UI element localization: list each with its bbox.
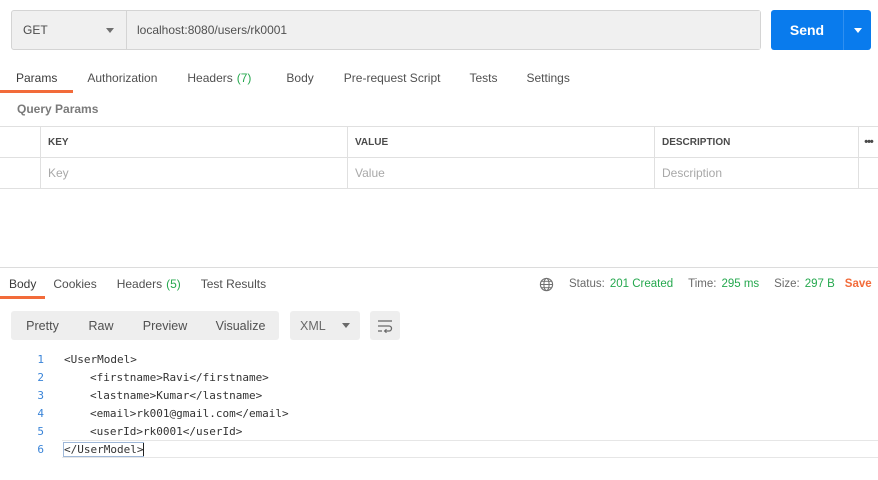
code-line: 3 <lastname>Kumar</lastname>	[0, 386, 878, 404]
method-select[interactable]: GET	[12, 11, 127, 49]
key-input[interactable]: Key	[41, 158, 348, 188]
wrap-lines-button[interactable]	[370, 311, 400, 340]
code-text: <UserModel>	[64, 352, 137, 366]
column-key: KEY	[41, 127, 348, 157]
time-label: Time:	[688, 278, 717, 290]
status-label: Status:	[569, 278, 605, 290]
size-label: Size:	[774, 278, 800, 290]
query-params-table: KEY VALUE DESCRIPTION ••• Key Value Desc…	[0, 126, 878, 189]
line-number: 6	[37, 442, 44, 456]
code-line: 6 </UserModel>	[0, 440, 878, 458]
tab-cookies[interactable]: Cookies	[44, 269, 105, 299]
code-line: 1 <UserModel>	[0, 350, 878, 368]
headers-count: (7)	[236, 70, 252, 85]
more-options-icon[interactable]: •••	[859, 127, 878, 157]
time-value[interactable]: 295 ms	[721, 278, 759, 290]
panel-divider[interactable]	[0, 267, 878, 268]
response-status: Status: 201 Created Time: 295 ms Size: 2…	[539, 269, 872, 299]
request-tabs: Params Authorization Headers (7) Body Pre…	[0, 62, 586, 93]
view-mode-bar: Pretty Raw Preview Visualize	[11, 311, 279, 340]
tab-label: Test Results	[200, 277, 267, 291]
tab-response-headers[interactable]: Headers (5)	[105, 269, 190, 299]
description-input[interactable]: Description	[655, 158, 859, 188]
chevron-down-icon	[106, 27, 114, 33]
checkbox-column	[0, 127, 41, 157]
code-line: 5 <userId>rk0001</userId>	[0, 422, 878, 440]
tab-label: Tests	[469, 70, 498, 85]
globe-icon[interactable]	[539, 277, 554, 292]
tab-label: Body	[9, 277, 37, 291]
code-text: </UserModel>	[62, 441, 145, 457]
tab-label: Authorization	[87, 70, 158, 85]
table-header-row: KEY VALUE DESCRIPTION •••	[0, 127, 878, 158]
code-text: <userId>rk0001</userId>	[90, 424, 243, 438]
table-row: Key Value Description	[0, 158, 878, 189]
code-line: 2 <firstname>Ravi</firstname>	[0, 368, 878, 386]
tab-tests[interactable]: Tests	[456, 62, 513, 93]
line-number: 5	[37, 424, 44, 438]
view-preview-button[interactable]: Preview	[128, 311, 202, 340]
method-label: GET	[23, 23, 48, 37]
url-input[interactable]: localhost:8080/users/rk0001	[127, 11, 760, 49]
code-text: <email>rk001@gmail.com</email>	[90, 406, 289, 420]
view-pretty-button[interactable]: Pretty	[11, 311, 74, 340]
send-button[interactable]: Send	[771, 10, 843, 50]
request-bar: GET localhost:8080/users/rk0001	[11, 10, 761, 50]
tab-label: Settings	[526, 70, 570, 85]
tab-label: Pre-request Script	[343, 70, 441, 85]
tab-response-body[interactable]: Body	[0, 269, 46, 299]
line-number: 2	[37, 370, 44, 384]
tab-label: Params	[16, 70, 58, 85]
send-options-button[interactable]	[843, 10, 871, 50]
line-number: 1	[37, 352, 44, 366]
tab-headers[interactable]: Headers (7)	[173, 62, 267, 93]
view-raw-button[interactable]: Raw	[74, 311, 128, 340]
format-label: XML	[300, 318, 326, 333]
tab-label: Body	[286, 70, 314, 85]
row-checkbox[interactable]	[0, 158, 41, 188]
value-input[interactable]: Value	[348, 158, 655, 188]
code-text: <firstname>Ravi</firstname>	[90, 370, 269, 384]
send-button-group: Send	[771, 10, 871, 50]
tab-params[interactable]: Params	[0, 62, 74, 93]
query-params-title: Query Params	[17, 102, 99, 116]
tab-label: Headers	[116, 277, 163, 291]
column-value: VALUE	[348, 127, 655, 157]
format-select[interactable]: XML	[290, 311, 360, 340]
tab-label: Cookies	[53, 277, 97, 291]
code-text: <lastname>Kumar</lastname>	[90, 388, 263, 402]
save-response-button[interactable]: Save	[845, 278, 872, 290]
wrap-lines-icon	[378, 319, 393, 333]
row-spacer	[859, 158, 878, 188]
tab-authorization[interactable]: Authorization	[73, 62, 173, 93]
line-number: 4	[37, 406, 44, 420]
tab-label: Headers	[187, 70, 233, 85]
tab-body[interactable]: Body	[267, 62, 329, 93]
response-tabs: Body Cookies Headers (5) Test Results	[0, 269, 275, 299]
size-value[interactable]: 297 B	[805, 278, 835, 290]
response-body-editor[interactable]: 1 <UserModel> 2 <firstname>Ravi</firstname…	[0, 350, 878, 458]
column-description: DESCRIPTION	[655, 127, 859, 157]
chevron-down-icon	[342, 323, 350, 328]
response-headers-count: (5)	[166, 277, 181, 291]
code-line: 4 <email>rk001@gmail.com</email>	[0, 404, 878, 422]
chevron-down-icon	[853, 27, 862, 33]
view-visualize-button[interactable]: Visualize	[202, 311, 279, 340]
tab-pre-request-script[interactable]: Pre-request Script	[330, 62, 457, 93]
text-cursor	[143, 442, 145, 456]
line-number: 3	[37, 388, 44, 402]
tab-settings[interactable]: Settings	[514, 62, 586, 93]
tab-test-results[interactable]: Test Results	[189, 269, 275, 299]
status-value[interactable]: 201 Created	[610, 278, 673, 290]
